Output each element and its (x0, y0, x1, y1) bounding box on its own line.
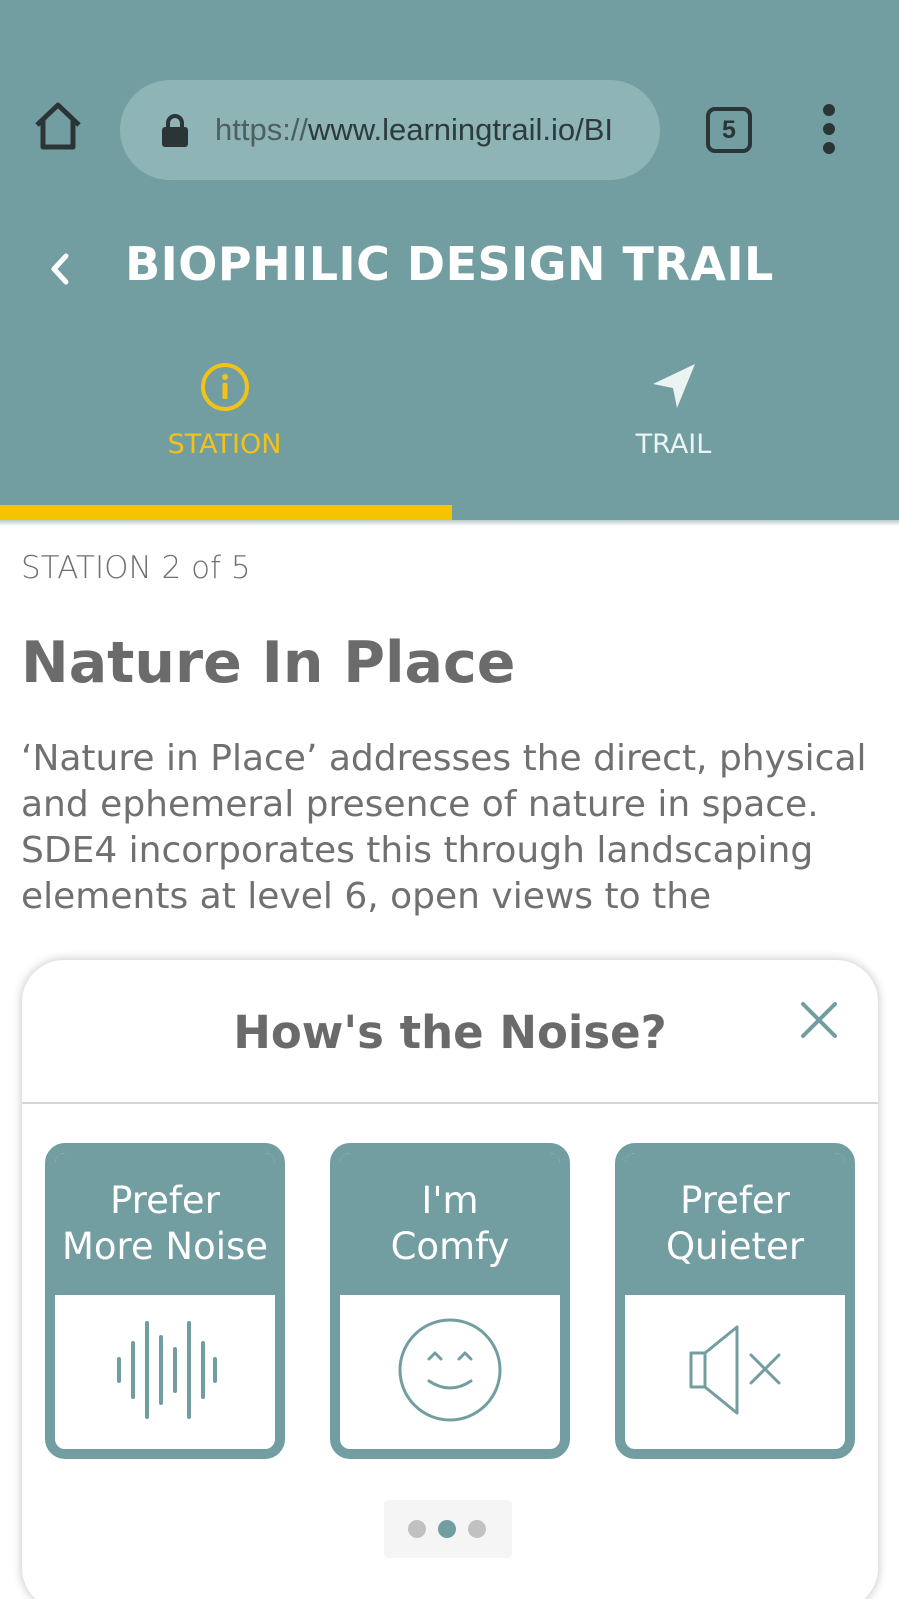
option-label-line2: More Noise (61, 1225, 269, 1268)
tab-station[interactable]: STATION (0, 360, 449, 505)
option-label-line1: I'm (421, 1179, 479, 1222)
option-label-line1: Prefer (110, 1179, 220, 1222)
tab-trail[interactable]: TRAIL (449, 360, 898, 505)
option-label-line2: Comfy (390, 1225, 510, 1268)
page-dot[interactable] (408, 1520, 426, 1538)
tab-trail-label: TRAIL (635, 429, 712, 460)
prefer-quieter-button[interactable]: Prefer Quieter (615, 1143, 855, 1459)
url-text[interactable]: https://www.learningtrail.io/BI (215, 110, 635, 150)
smiley-icon (398, 1318, 502, 1422)
station-content: STATION 2 of 5 Nature In Place ‘Nature i… (21, 550, 881, 920)
sound-wave-icon (117, 1321, 217, 1419)
station-title: Nature In Place (21, 630, 516, 696)
dialog-title: How's the Noise? (233, 1006, 667, 1059)
app-header: BIOPHILIC DESIGN TRAIL STATION TRAIL (0, 200, 899, 520)
lock-icon (162, 114, 188, 147)
home-icon[interactable] (32, 100, 84, 152)
noise-survey-dialog: How's the Noise? Prefer More Noise I'm Com… (22, 960, 878, 1599)
address-bar[interactable]: https://www.learningtrail.io/BI (120, 80, 660, 180)
active-tab-indicator (0, 505, 452, 520)
station-counter: STATION 2 of 5 (21, 550, 251, 586)
option-label-line1: Prefer (680, 1179, 790, 1222)
close-icon[interactable] (797, 998, 841, 1042)
page-dot-active[interactable] (438, 1520, 456, 1538)
browser-toolbar: https://www.learningtrail.io/BI 5 (0, 0, 899, 200)
page-dot[interactable] (468, 1520, 486, 1538)
info-icon (200, 363, 249, 411)
more-options-icon[interactable] (816, 104, 842, 154)
station-description: ‘Nature in Place’ addresses the direct, … (21, 738, 867, 917)
prefer-more-noise-button[interactable]: Prefer More Noise (45, 1143, 285, 1459)
tab-switcher-button[interactable]: 5 (706, 107, 752, 153)
tab-station-label: STATION (167, 429, 282, 460)
divider (22, 1102, 878, 1104)
im-comfy-button[interactable]: I'm Comfy (330, 1143, 570, 1459)
header-shadow (0, 520, 899, 526)
speaker-mute-icon (689, 1325, 781, 1415)
option-label-line2: Quieter (665, 1225, 805, 1268)
navigation-arrow-icon (652, 364, 695, 408)
pagination-dots (384, 1500, 512, 1558)
page-title: BIOPHILIC DESIGN TRAIL (125, 237, 774, 291)
